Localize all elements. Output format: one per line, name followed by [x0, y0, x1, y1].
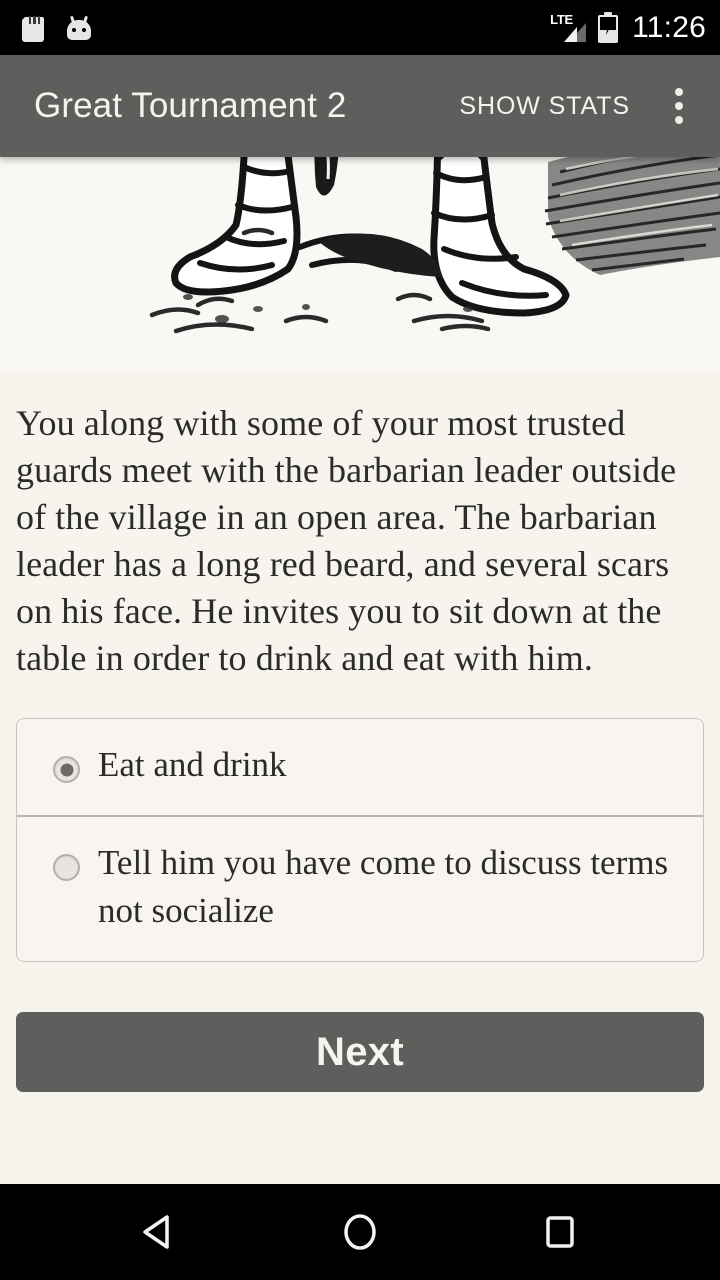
- boots-line-drawing: [0, 157, 720, 372]
- choice-option-2-label: Tell him you have come to discuss terms …: [98, 843, 669, 930]
- android-navigation-bar: [0, 1184, 720, 1280]
- more-vertical-icon[interactable]: [656, 78, 702, 134]
- choice-option-2[interactable]: Tell him you have come to discuss terms …: [17, 815, 703, 961]
- phone-screen: LTE 11:26 Great Tournament 2 SHOW STATS: [0, 0, 720, 1280]
- back-triangle-icon[interactable]: [115, 1184, 205, 1280]
- home-circle-icon[interactable]: [315, 1184, 405, 1280]
- radio-button-selected[interactable]: [53, 756, 80, 783]
- status-bar-right-icons: LTE 11:26: [550, 11, 706, 45]
- app-bar: Great Tournament 2 SHOW STATS: [0, 55, 720, 157]
- content-area: You along with some of your most trusted…: [0, 157, 720, 1184]
- show-stats-button[interactable]: SHOW STATS: [451, 82, 638, 131]
- next-button-container: Next: [0, 962, 720, 1092]
- choice-option-1[interactable]: Eat and drink: [17, 719, 703, 815]
- status-bar: LTE 11:26: [0, 0, 720, 55]
- app-title: Great Tournament 2: [34, 86, 347, 125]
- choice-list: Eat and drink Tell him you have come to …: [16, 718, 704, 962]
- choice-option-1-label: Eat and drink: [98, 745, 287, 784]
- signal-bars-icon: LTE: [550, 12, 587, 43]
- android-head-icon: [66, 15, 92, 40]
- status-bar-left-icons: [22, 13, 92, 42]
- sd-card-icon: [22, 13, 44, 42]
- next-button[interactable]: Next: [16, 1012, 704, 1092]
- story-paragraph: You along with some of your most trusted…: [16, 403, 677, 678]
- recents-square-icon[interactable]: [515, 1184, 605, 1280]
- story-illustration: [0, 157, 720, 372]
- radio-button-unselected[interactable]: [53, 854, 80, 881]
- status-bar-clock: 11:26: [632, 10, 706, 44]
- app-bar-actions: SHOW STATS: [451, 78, 702, 134]
- battery-charging-icon: [598, 12, 619, 43]
